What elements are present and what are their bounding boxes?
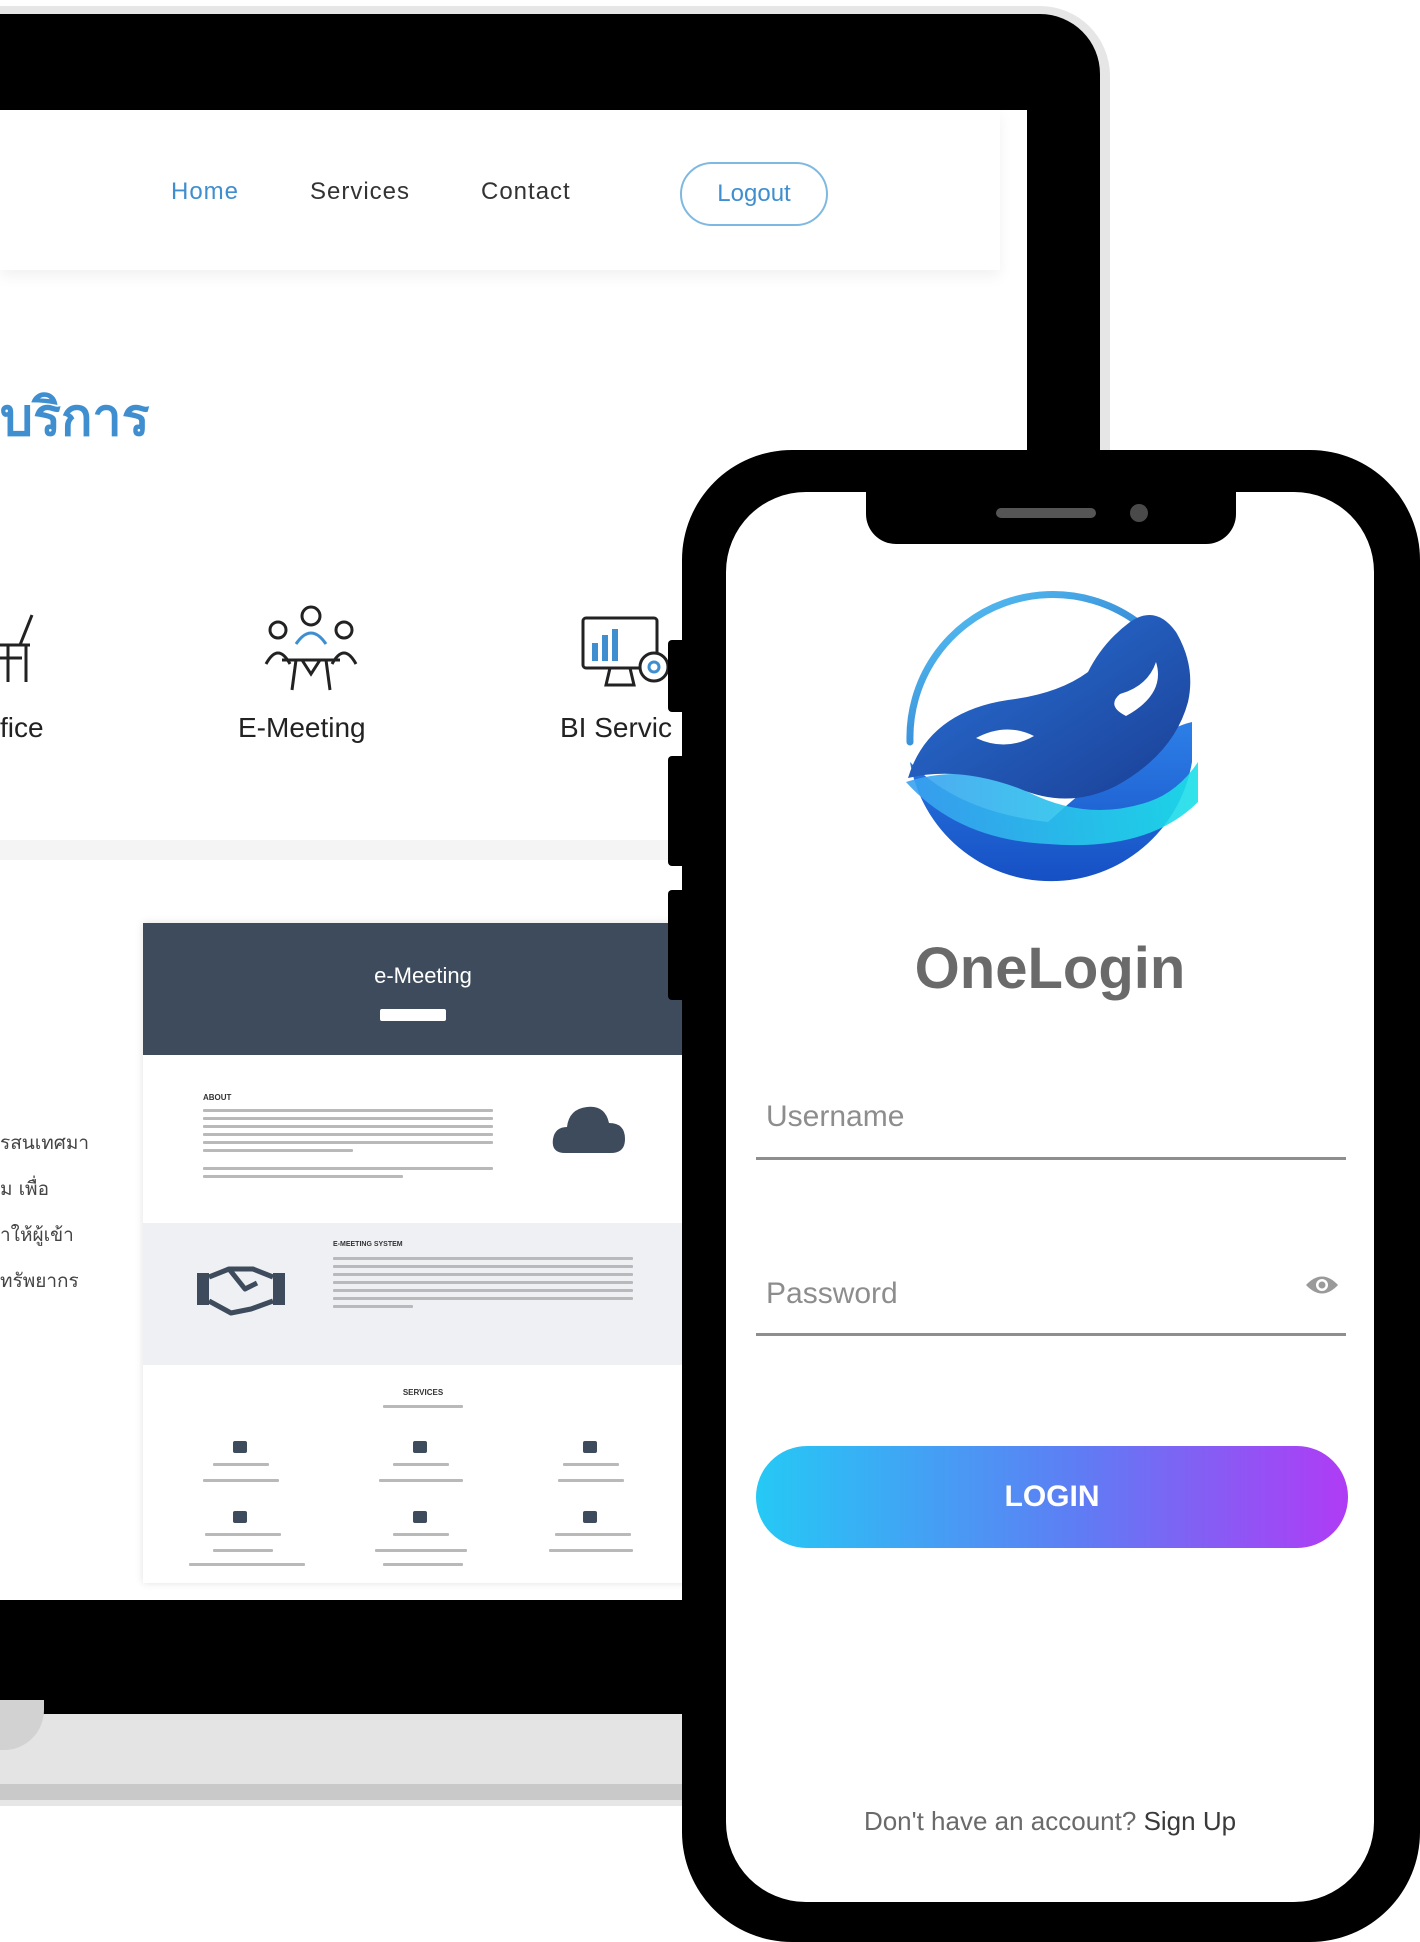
preview-text-line (203, 1141, 493, 1144)
preview-text-line (393, 1463, 449, 1466)
emeeting-preview-screenshot: e-Meeting ABOUT E-MEETING SYSTEM SERVICE… (143, 923, 703, 1583)
login-button[interactable]: LOGIN (756, 1446, 1348, 1548)
preview-text-line (549, 1549, 633, 1552)
description-line: รสนเทศมา (0, 1132, 90, 1154)
description-line: ทรัพยากร (0, 1270, 79, 1292)
show-password-eye-icon[interactable] (1304, 1272, 1340, 1298)
preview-text-line (333, 1305, 413, 1308)
document-icon (583, 1511, 597, 1523)
preview-system-heading: E-MEETING SYSTEM (333, 1241, 403, 1248)
signup-prompt-text: Don't have an account? (863, 1806, 1137, 1836)
phone-camera (1130, 504, 1148, 522)
phone-speaker (996, 508, 1096, 518)
preview-text-line (563, 1463, 619, 1466)
password-input[interactable] (766, 1272, 1286, 1316)
preview-text-line (379, 1479, 463, 1482)
preview-text-line (203, 1133, 493, 1136)
description-line: าให้ผู้เข้า (0, 1224, 74, 1246)
qr-code-icon (583, 1441, 597, 1453)
preview-text-line (333, 1265, 633, 1268)
preview-text-line (203, 1125, 493, 1128)
preview-text-line (203, 1167, 493, 1170)
preview-text-line (205, 1533, 281, 1536)
nav-home-link[interactable]: Home (171, 178, 239, 206)
preview-text-line (333, 1257, 633, 1260)
brand-title: OneLogin (914, 936, 1186, 1001)
username-input[interactable] (766, 1095, 1286, 1139)
office-desk-icon[interactable] (0, 610, 40, 690)
bi-dashboard-icon[interactable] (580, 615, 672, 693)
nav-services-link[interactable]: Services (310, 178, 410, 206)
preview-hero-button (380, 1009, 446, 1021)
preview-text-line (203, 1175, 403, 1178)
preview-text-line (333, 1289, 633, 1292)
services-heading: บริการ (0, 388, 150, 448)
top-navigation: Home Services Contact Logout (0, 110, 1000, 270)
preview-text-line (383, 1563, 463, 1566)
preview-text-line (333, 1297, 633, 1300)
preview-hero (143, 923, 703, 1055)
logout-button[interactable]: Logout (680, 162, 828, 226)
preview-text-line (555, 1533, 631, 1536)
signup-link[interactable]: Sign Up (1144, 1806, 1237, 1836)
preview-text-line (383, 1405, 463, 1408)
handshake-icon (195, 1261, 287, 1317)
preview-text-line (203, 1109, 493, 1112)
service-label-office: fice (0, 712, 44, 743)
phone-notch (866, 492, 1236, 544)
briefcase-icon (413, 1441, 427, 1453)
sign-in-icon (413, 1511, 427, 1523)
username-underline (756, 1157, 1346, 1160)
preview-text-line (203, 1149, 353, 1152)
cloud-icon (551, 1099, 627, 1155)
preview-text-line (189, 1563, 305, 1566)
nav-contact-link[interactable]: Contact (481, 178, 571, 206)
preview-text-line (203, 1479, 279, 1482)
preview-services-heading: SERVICES (402, 1388, 444, 1397)
meeting-people-icon[interactable] (262, 604, 360, 698)
preview-text-line (333, 1273, 633, 1276)
description-line: ุม เพื่อ (0, 1178, 49, 1200)
service-label-bi: BI Servic (560, 712, 673, 743)
signup-prompt-row: Don't have an account? Sign Up (726, 1806, 1374, 1837)
preview-about-heading: ABOUT (203, 1093, 232, 1102)
preview-text-line (333, 1281, 633, 1284)
users-icon (233, 1511, 247, 1523)
preview-text-line (203, 1117, 493, 1120)
service-label-emeeting: E-Meeting (238, 712, 366, 743)
onelogin-orca-logo (898, 582, 1204, 892)
preview-text-line (213, 1549, 273, 1552)
preview-text-line (393, 1533, 449, 1536)
preview-text-line (558, 1479, 624, 1482)
preview-text-line (213, 1463, 269, 1466)
preview-text-line (375, 1549, 467, 1552)
calendar-icon (233, 1441, 247, 1453)
password-underline (756, 1333, 1346, 1336)
preview-title: e-Meeting (374, 963, 472, 988)
